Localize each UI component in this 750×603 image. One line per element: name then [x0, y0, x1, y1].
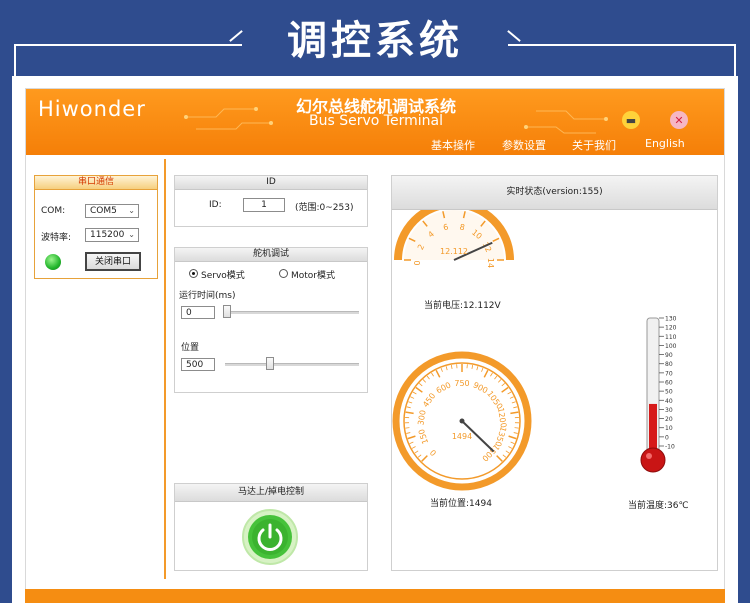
minimize-button[interactable]: ▬ — [622, 111, 640, 129]
status-panel-title: 实时状态(version:155) — [392, 176, 717, 210]
banner-title: 调控系统 — [287, 18, 463, 64]
thermometer-tick-label: 20 — [665, 416, 673, 423]
motor-mode-label: Motor模式 — [291, 271, 336, 281]
voltage-center-readout: 12.112 — [440, 247, 468, 256]
baud-value: 115200 — [90, 230, 125, 240]
thermometer-tick-label: 60 — [665, 380, 673, 387]
voltage-readout-label: 当前电压:12.112V — [424, 301, 501, 311]
chevron-down-icon: ⌄ — [128, 206, 135, 215]
thermometer-tick-label: 100 — [665, 343, 677, 350]
status-gauges: 0246 810121412.1120150300450600 750 9001050… — [392, 210, 677, 491]
menu-about-us[interactable]: 关于我们 — [572, 137, 616, 153]
position-slider-track[interactable] — [225, 363, 359, 366]
servo-debug-panel: 舵机调试 Servo模式 Motor模式 运行时间(ms) 0 位置 500 — [174, 247, 368, 393]
menu-parameter-settings[interactable]: 参数设置 — [502, 137, 546, 153]
thermometer-tick-label: 50 — [665, 389, 673, 396]
motor-power-title: 马达上/掉电控制 — [175, 484, 367, 502]
thermometer-bulb-highlight — [646, 453, 652, 459]
minimize-icon: ▬ — [625, 113, 637, 127]
motor-power-panel: 马达上/掉电控制 — [174, 483, 368, 571]
app-title-english: Bus Servo Terminal — [309, 113, 443, 129]
thermometer-tick-label: 70 — [665, 370, 673, 377]
hiwonder-logo: Hiwonder — [38, 97, 146, 121]
position-tick-label: 750 — [454, 379, 469, 388]
position-tick — [405, 427, 410, 429]
thermometer-tick-label: 80 — [665, 361, 673, 368]
position-slider-thumb[interactable] — [266, 357, 274, 370]
position-readout-label: 当前位置:1494 — [430, 499, 492, 509]
baud-label: 波特率: — [41, 233, 72, 243]
power-button[interactable] — [241, 508, 299, 566]
thermometer-tick-label: -10 — [665, 444, 675, 451]
close-button[interactable]: ✕ — [670, 111, 688, 129]
run-time-input[interactable]: 0 — [181, 306, 215, 319]
com-value: COM5 — [90, 206, 117, 216]
com-select[interactable]: COM5 ⌄ — [85, 204, 139, 218]
thermometer-tick-label: 130 — [665, 316, 677, 323]
position-input[interactable]: 500 — [181, 358, 215, 371]
chevron-down-icon: ⌄ — [128, 230, 135, 239]
servo-debug-title: 舵机调试 — [175, 248, 367, 262]
frame-edge-left — [14, 44, 16, 78]
run-time-slider-track[interactable] — [225, 311, 359, 314]
banner-divider-right — [508, 44, 736, 46]
thermometer-tick-label: 30 — [665, 407, 673, 414]
run-time-label: 运行时间(ms) — [179, 291, 236, 301]
close-port-button[interactable]: 关闭串口 — [85, 252, 141, 271]
banner-divider-left — [14, 44, 242, 46]
status-panel: 实时状态(version:155) 0 2 4 6 8 10 12 14 12.112 0 150 3… — [391, 175, 718, 571]
position-label: 位置 — [181, 343, 200, 353]
thermometer-tick-label: 10 — [665, 425, 673, 432]
run-time-slider-thumb[interactable] — [223, 305, 231, 318]
voltage-tick-label: 0 — [413, 260, 422, 265]
voltage-tick-label: 14 — [486, 258, 495, 268]
thermometer-tick-label: 110 — [665, 334, 677, 341]
left-panel-divider — [164, 159, 166, 579]
serial-panel-title: 串口通信 — [35, 176, 157, 190]
app-window: Hiwonder 幻尔总线舵机调试系统 Bus Servo Terminal ▬… — [25, 88, 725, 603]
position-needle-hub — [459, 418, 465, 424]
id-panel-title: ID — [175, 176, 367, 190]
temperature-readout-label: 当前温度:36℃ — [628, 501, 689, 511]
thermometer-tick-label: 40 — [665, 398, 673, 405]
connection-led-icon — [45, 254, 61, 270]
close-icon: ✕ — [674, 113, 684, 127]
bottom-accent-bar — [25, 589, 725, 603]
serial-panel: 串口通信 COM: COM5 ⌄ 波特率: 115200 ⌄ 关闭串口 — [34, 175, 158, 279]
menu-english[interactable]: English — [645, 137, 685, 150]
servo-mode-label: Servo模式 — [201, 271, 245, 281]
thermometer-tick-label: 120 — [665, 325, 677, 332]
motor-mode-radio[interactable] — [279, 269, 288, 278]
com-label: COM: — [41, 206, 66, 216]
thermometer-tick-label: 0 — [665, 434, 669, 441]
position-center-readout: 1494 — [452, 432, 472, 441]
id-range-hint: (范围:0~253) — [295, 203, 354, 213]
thermometer-tick-label: 90 — [665, 352, 673, 359]
thermometer-bulb — [640, 447, 666, 473]
title-bar: Hiwonder 幻尔总线舵机调试系统 Bus Servo Terminal ▬… — [26, 89, 724, 155]
position-tick — [514, 427, 519, 429]
baud-select[interactable]: 115200 ⌄ — [85, 228, 139, 242]
menu-basic-operation[interactable]: 基本操作 — [431, 137, 475, 153]
id-label: ID: — [209, 200, 222, 210]
id-panel: ID ID: 1 (范围:0~253) — [174, 175, 368, 227]
servo-mode-radio[interactable] — [189, 269, 198, 278]
frame-edge-right — [734, 44, 736, 78]
id-input[interactable]: 1 — [243, 198, 285, 212]
